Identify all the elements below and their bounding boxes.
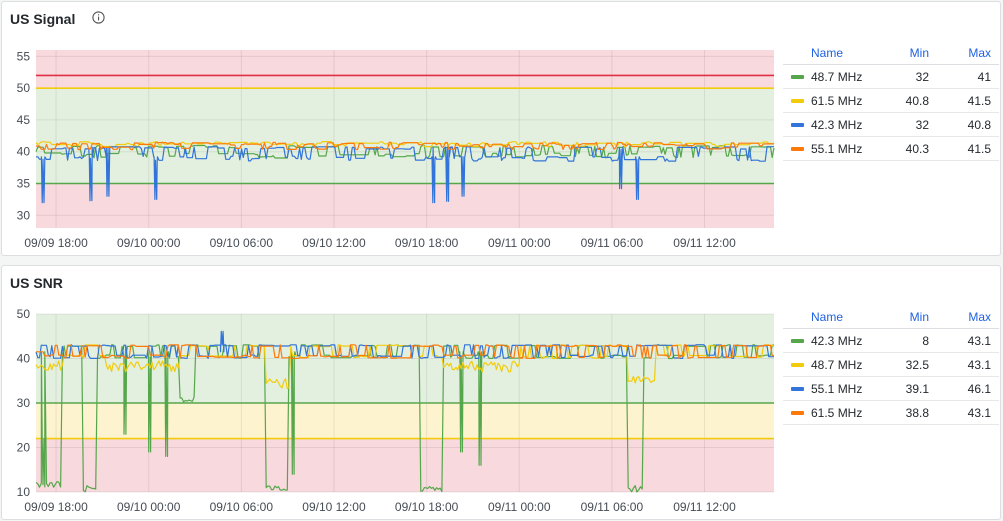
legend-max-value: 46.1: [967, 381, 991, 396]
y-tick-label: 30: [17, 396, 31, 410]
legend-series-name: 42.3 MHz: [811, 117, 863, 132]
legend-header-name[interactable]: Name: [783, 310, 889, 324]
series-color-swatch: [791, 338, 804, 343]
legend-row[interactable]: 48.7 MHz 32 41: [783, 65, 999, 89]
y-tick-label: 45: [17, 113, 31, 127]
legend-max-value: 41.5: [967, 141, 991, 156]
legend-row[interactable]: 42.3 MHz 32 40.8: [783, 113, 999, 137]
y-tick-label: 40: [17, 352, 31, 366]
us-snr-panel: US SNR 10 20 30 40 50 09/09 18:00 09/10 00:00 0…: [1, 265, 1001, 520]
legend-table: Name Min Max 48.7 MHz 32 41 61.5 MHz 40.8 41…: [783, 42, 999, 161]
legend-series-name: 61.5 MHz: [811, 405, 863, 420]
y-tick-label: 40: [17, 145, 31, 159]
x-tick-label: 09/10 00:00: [117, 236, 181, 250]
legend-min-value: 32.5: [905, 357, 929, 372]
us-signal-chart: 30 35 40 45 50 55 09/09 18:00 09/10 00:00 09/10 …: [17, 49, 775, 250]
x-tick-label: 09/10 18:00: [395, 236, 459, 250]
legend-min-value: 32: [915, 69, 929, 84]
legend-max-value: 41.5: [967, 93, 991, 108]
legend-series-name: 48.7 MHz: [811, 69, 863, 84]
threshold-band: [36, 438, 774, 492]
legend-table: Name Min Max 42.3 MHz 8 43.1 48.7 MHz 32.5 4…: [783, 306, 999, 425]
legend-series-name: 48.7 MHz: [811, 357, 863, 372]
y-tick-label: 50: [17, 307, 31, 321]
y-tick-label: 55: [17, 49, 31, 63]
legend-min-value: 40.8: [905, 93, 929, 108]
legend-row[interactable]: 61.5 MHz 40.8 41.5: [783, 89, 999, 113]
series-color-swatch: [791, 362, 804, 367]
threshold-band: [36, 403, 774, 439]
legend-series-name: 55.1 MHz: [811, 381, 863, 396]
y-tick-label: 50: [17, 81, 31, 95]
y-tick-label: 30: [17, 208, 31, 222]
us-signal-panel: US Signal 30 35 40 45 50 55 09/09 18:00 09/10 0…: [1, 1, 1001, 256]
legend-header-name[interactable]: Name: [783, 46, 889, 60]
threshold-band: [36, 88, 774, 184]
series-color-swatch: [791, 146, 804, 151]
threshold-band: [36, 183, 774, 228]
x-tick-label: 09/10 12:00: [302, 236, 366, 250]
series-color-swatch: [791, 122, 804, 127]
legend-max-value: 43.1: [967, 357, 991, 372]
x-tick-label: 09/10 12:00: [302, 500, 366, 514]
x-tick-label: 09/09 18:00: [24, 500, 88, 514]
legend-row[interactable]: 48.7 MHz 32.5 43.1: [783, 353, 999, 377]
x-tick-label: 09/11 12:00: [673, 500, 736, 514]
x-tick-label: 09/10 06:00: [210, 236, 274, 250]
legend-header-max[interactable]: Max: [929, 310, 991, 324]
legend-series-name: 55.1 MHz: [811, 141, 863, 156]
legend-min-value: 32: [915, 117, 929, 132]
legend-row[interactable]: 42.3 MHz 8 43.1: [783, 329, 999, 353]
series-color-swatch: [791, 410, 804, 415]
x-tick-label: 09/11 00:00: [488, 236, 551, 250]
series-color-swatch: [791, 98, 804, 103]
legend-max-value: 40.8: [967, 117, 991, 132]
y-tick-label: 10: [17, 485, 31, 499]
series-color-swatch: [791, 386, 804, 391]
legend-header-max[interactable]: Max: [929, 46, 991, 60]
x-tick-label: 09/11 12:00: [673, 236, 736, 250]
legend-series-name: 42.3 MHz: [811, 333, 863, 348]
x-tick-label: 09/10 00:00: [117, 500, 181, 514]
legend-series-name: 61.5 MHz: [811, 93, 863, 108]
legend-max-value: 43.1: [967, 333, 991, 348]
x-tick-label: 09/10 18:00: [395, 500, 459, 514]
x-tick-label: 09/09 18:00: [24, 236, 88, 250]
y-tick-label: 35: [17, 177, 31, 191]
legend-header: Name Min Max: [783, 42, 999, 65]
x-tick-label: 09/11 00:00: [488, 500, 551, 514]
legend-row[interactable]: 61.5 MHz 38.8 43.1: [783, 401, 999, 425]
x-tick-label: 09/10 06:00: [210, 500, 274, 514]
y-tick-label: 20: [17, 441, 31, 455]
legend-row[interactable]: 55.1 MHz 39.1 46.1: [783, 377, 999, 401]
legend-min-value: 39.1: [905, 381, 929, 396]
legend-row[interactable]: 55.1 MHz 40.3 41.5: [783, 137, 999, 161]
legend-header-min[interactable]: Min: [889, 46, 929, 60]
legend-max-value: 43.1: [967, 405, 991, 420]
legend-min-value: 8: [922, 333, 929, 348]
threshold-band: [36, 50, 774, 89]
x-tick-label: 09/11 06:00: [581, 236, 644, 250]
legend-max-value: 41: [977, 69, 991, 84]
legend-min-value: 40.3: [905, 141, 929, 156]
legend-header: Name Min Max: [783, 306, 999, 329]
us-snr-chart: 10 20 30 40 50 09/09 18:00 09/10 00:00 09/10 06…: [17, 307, 775, 514]
legend-header-min[interactable]: Min: [889, 310, 929, 324]
series-color-swatch: [791, 74, 804, 79]
x-tick-label: 09/11 06:00: [581, 500, 644, 514]
legend-min-value: 38.8: [905, 405, 929, 420]
